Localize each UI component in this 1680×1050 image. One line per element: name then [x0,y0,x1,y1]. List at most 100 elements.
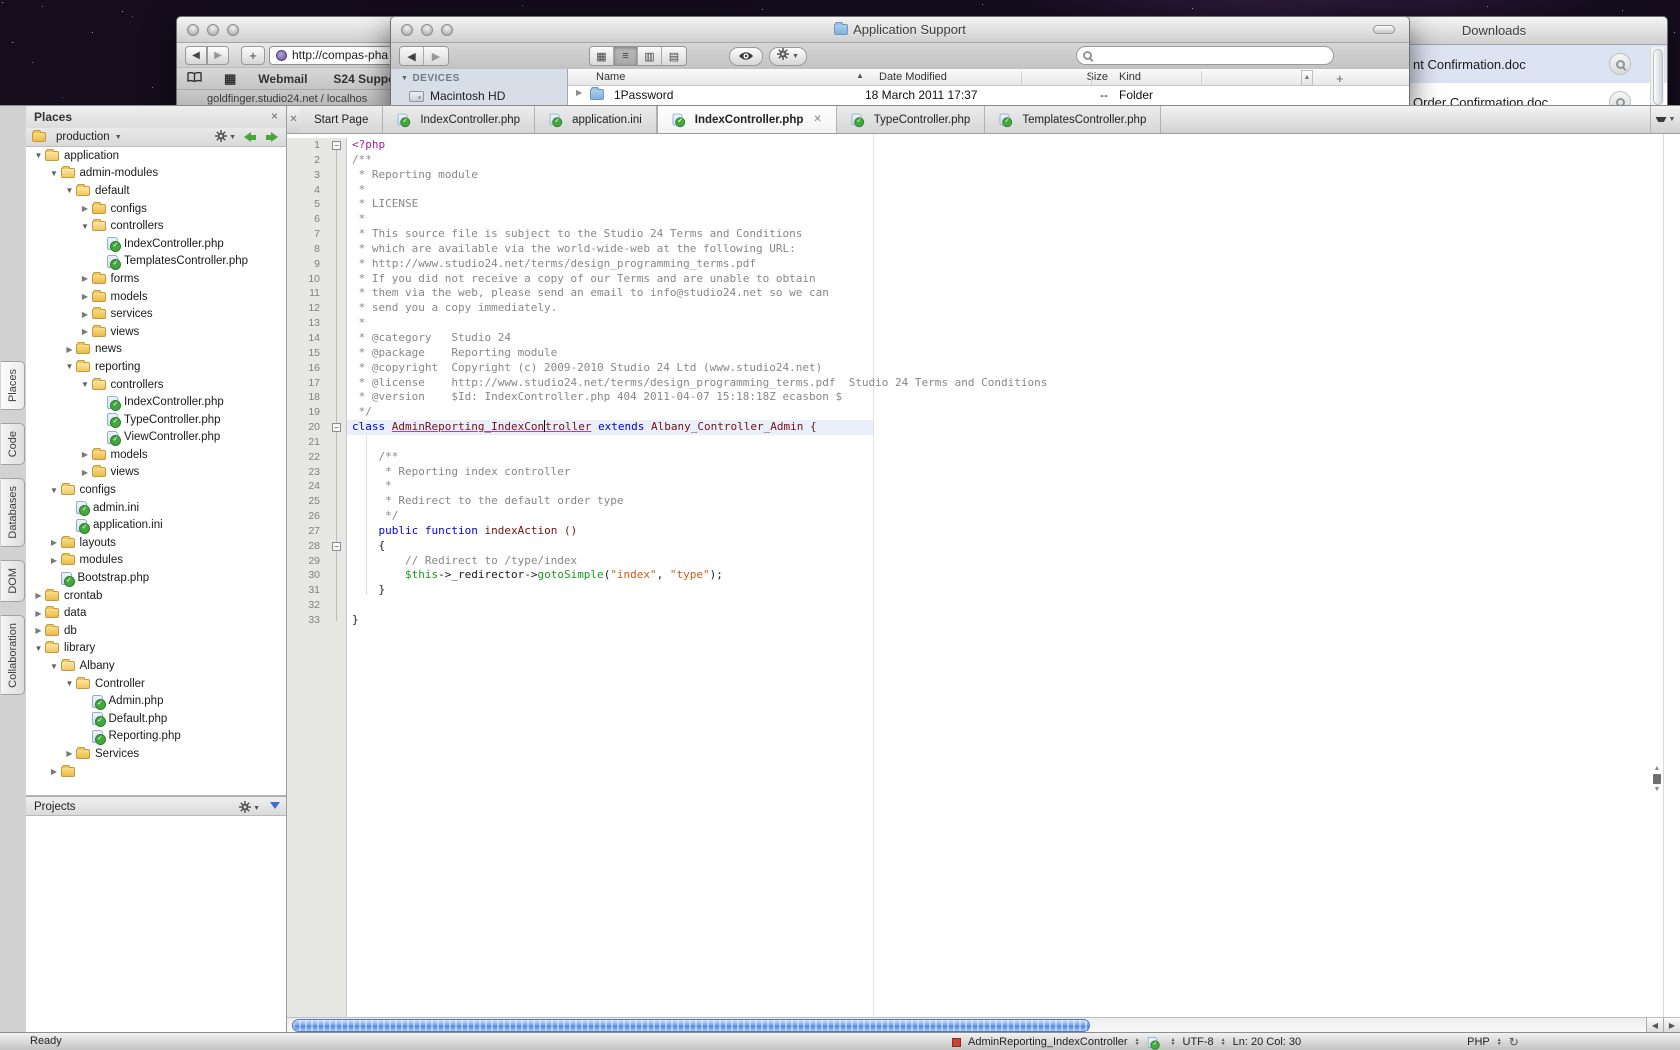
side-tab-code[interactable]: Code [1,423,25,465]
quicklook-button[interactable] [729,47,763,66]
bookmarks-icon[interactable] [187,72,202,86]
tree-item-reporting-php[interactable]: Reporting.php [26,728,286,746]
collapse-icon[interactable]: ▼ [63,362,76,371]
editor-tab-indexcontroller-php[interactable]: IndexController.php✕ [657,106,837,133]
tree-item-indexcontroller-php[interactable]: IndexController.php [26,393,286,411]
side-tab-databases[interactable]: Databases [1,478,25,547]
collapse-icon[interactable]: ▼ [48,486,61,495]
expand-icon[interactable]: ▶ [79,327,92,336]
forward-button[interactable]: ▶ [424,47,448,65]
expand-icon[interactable]: ▶ [48,767,61,776]
tree-item[interactable]: ▶ [26,763,286,781]
tree-item-viewcontroller-php[interactable]: ViewController.php [26,429,286,447]
tree-item-db[interactable]: ▶db [26,622,286,640]
expand-icon[interactable]: ▶ [32,591,45,600]
bookmark-item[interactable]: Webmail [258,72,307,86]
column-kind[interactable]: Kind [1119,71,1141,83]
collapse-icon[interactable]: ▼ [79,380,92,389]
editor-tab-indexcontroller-php[interactable]: IndexController.php [383,106,535,133]
tree-item-templatescontroller-php[interactable]: TemplatesController.php [26,253,286,271]
tree-item-views[interactable]: ▶views [26,323,286,341]
fold-toggle-icon[interactable]: − [332,423,341,432]
search-field[interactable] [1076,46,1334,65]
side-tab-collaboration[interactable]: Collaboration [1,615,25,696]
places-root-selector[interactable]: production ▼ ▼ [26,128,286,147]
tree-item-forms[interactable]: ▶forms [26,270,286,288]
sort-arrow-icon[interactable]: ▲ [856,71,864,80]
expand-icon[interactable]: ▶ [79,204,92,213]
forward-arrow-icon[interactable] [265,132,278,142]
tree-item-admin-modules[interactable]: ▼admin-modules [26,165,286,183]
close-tab-strip-button[interactable]: ✕ [287,106,300,133]
close-tab-icon[interactable]: ✕ [813,114,821,125]
expand-icon[interactable]: ▶ [48,538,61,547]
expand-icon[interactable]: ▶ [63,749,76,758]
tree-item-services[interactable]: ▶Services [26,745,286,763]
tree-item-reporting[interactable]: ▼reporting [26,358,286,376]
context-label[interactable]: AdminReporting_IndexController [968,1036,1128,1048]
tree-item-data[interactable]: ▶data [26,604,286,622]
expand-icon[interactable]: ▶ [79,310,92,319]
tree-item-indexcontroller-php[interactable]: IndexController.php [26,235,286,253]
mini-scrollbar[interactable]: ▲ [1301,70,1313,86]
back-button[interactable]: ◀ [185,46,207,65]
back-button[interactable]: ◀ [400,47,424,65]
tree-item-services[interactable]: ▶services [26,305,286,323]
disclosure-icon[interactable]: ▶ [576,88,582,97]
collapse-icon[interactable]: ▼ [48,662,61,671]
code-editor[interactable]: 1−234567891011121314151617181920−2122232… [287,134,1680,1017]
close-panel-button[interactable]: × [271,109,278,123]
back-arrow-icon[interactable] [244,132,257,142]
tree-item-controllers[interactable]: ▼controllers [26,217,286,235]
encoding-label[interactable]: UTF-8 [1183,1036,1214,1048]
fold-toggle-icon[interactable]: − [332,542,341,551]
language-label[interactable]: PHP [1467,1036,1490,1048]
zoom-button[interactable] [227,24,239,36]
scrollbar-thumb[interactable] [1653,49,1663,105]
tree-item-crontab[interactable]: ▶crontab [26,587,286,605]
column-view-button[interactable]: ▥ [638,47,662,65]
tab-list-dropdown-button[interactable]: ▼ [1650,106,1680,133]
tree-item-admin-ini[interactable]: admin.ini [26,499,286,517]
tree-item-models[interactable]: ▶models [26,446,286,464]
tree-item-bootstrap-php[interactable]: Bootstrap.php [26,569,286,587]
expand-icon[interactable]: ▶ [48,556,61,565]
expand-icon[interactable]: ▶ [32,609,45,618]
tree-item-news[interactable]: ▶news [26,341,286,359]
editor-tab-application-ini[interactable]: application.ini [535,106,657,133]
disclosure-icon[interactable]: ▼ [401,75,408,82]
tree-item-configs[interactable]: ▼configs [26,481,286,499]
action-button[interactable]: ▼ [769,47,807,66]
projects-settings-button[interactable]: ▼ [239,801,260,816]
collapse-icon[interactable]: ▼ [48,169,61,178]
collapse-icon[interactable]: ▼ [63,186,76,195]
expand-icon[interactable]: ▶ [79,292,92,301]
editor-tab-templatescontroller-php[interactable]: TemplatesController.php [985,106,1161,133]
tree-item-library[interactable]: ▼library [26,640,286,658]
tree-item-default-php[interactable]: Default.php [26,710,286,728]
expand-icon[interactable]: ▶ [79,274,92,283]
table-row[interactable]: ▶1Password18 March 2011 17:37--Folder [568,86,1409,104]
expand-icon[interactable]: ▶ [63,345,76,354]
tree-item-configs[interactable]: ▶configs [26,200,286,218]
collapse-icon[interactable]: ▼ [32,151,45,160]
horizontal-scrollbar[interactable]: ◀ ▶ [287,1017,1680,1033]
expand-icon[interactable]: ▶ [79,450,92,459]
places-settings-button[interactable]: ▼ [215,130,236,145]
tree-item-views[interactable]: ▶views [26,464,286,482]
list-view-button[interactable]: ≡ [614,47,638,65]
close-button[interactable] [187,24,199,36]
tree-item-default[interactable]: ▼default [26,182,286,200]
forward-button[interactable]: ▶ [207,46,229,65]
column-name[interactable]: Name [596,71,625,83]
scrollbar-thumb[interactable] [292,1019,1090,1032]
column-date-modified[interactable]: Date Modified [879,71,947,83]
collapse-icon[interactable]: ▼ [63,679,76,688]
coverflow-view-button[interactable]: ▤ [662,47,686,65]
spinner-icon[interactable]: ▲▼ [1135,1038,1140,1046]
tree-item-application-ini[interactable]: application.ini [26,516,286,534]
tree-item-models[interactable]: ▶models [26,288,286,306]
fold-toggle-icon[interactable]: − [332,141,341,150]
spinner-icon[interactable]: ▲▼ [1497,1038,1502,1046]
tree-item-albany[interactable]: ▼Albany [26,657,286,675]
